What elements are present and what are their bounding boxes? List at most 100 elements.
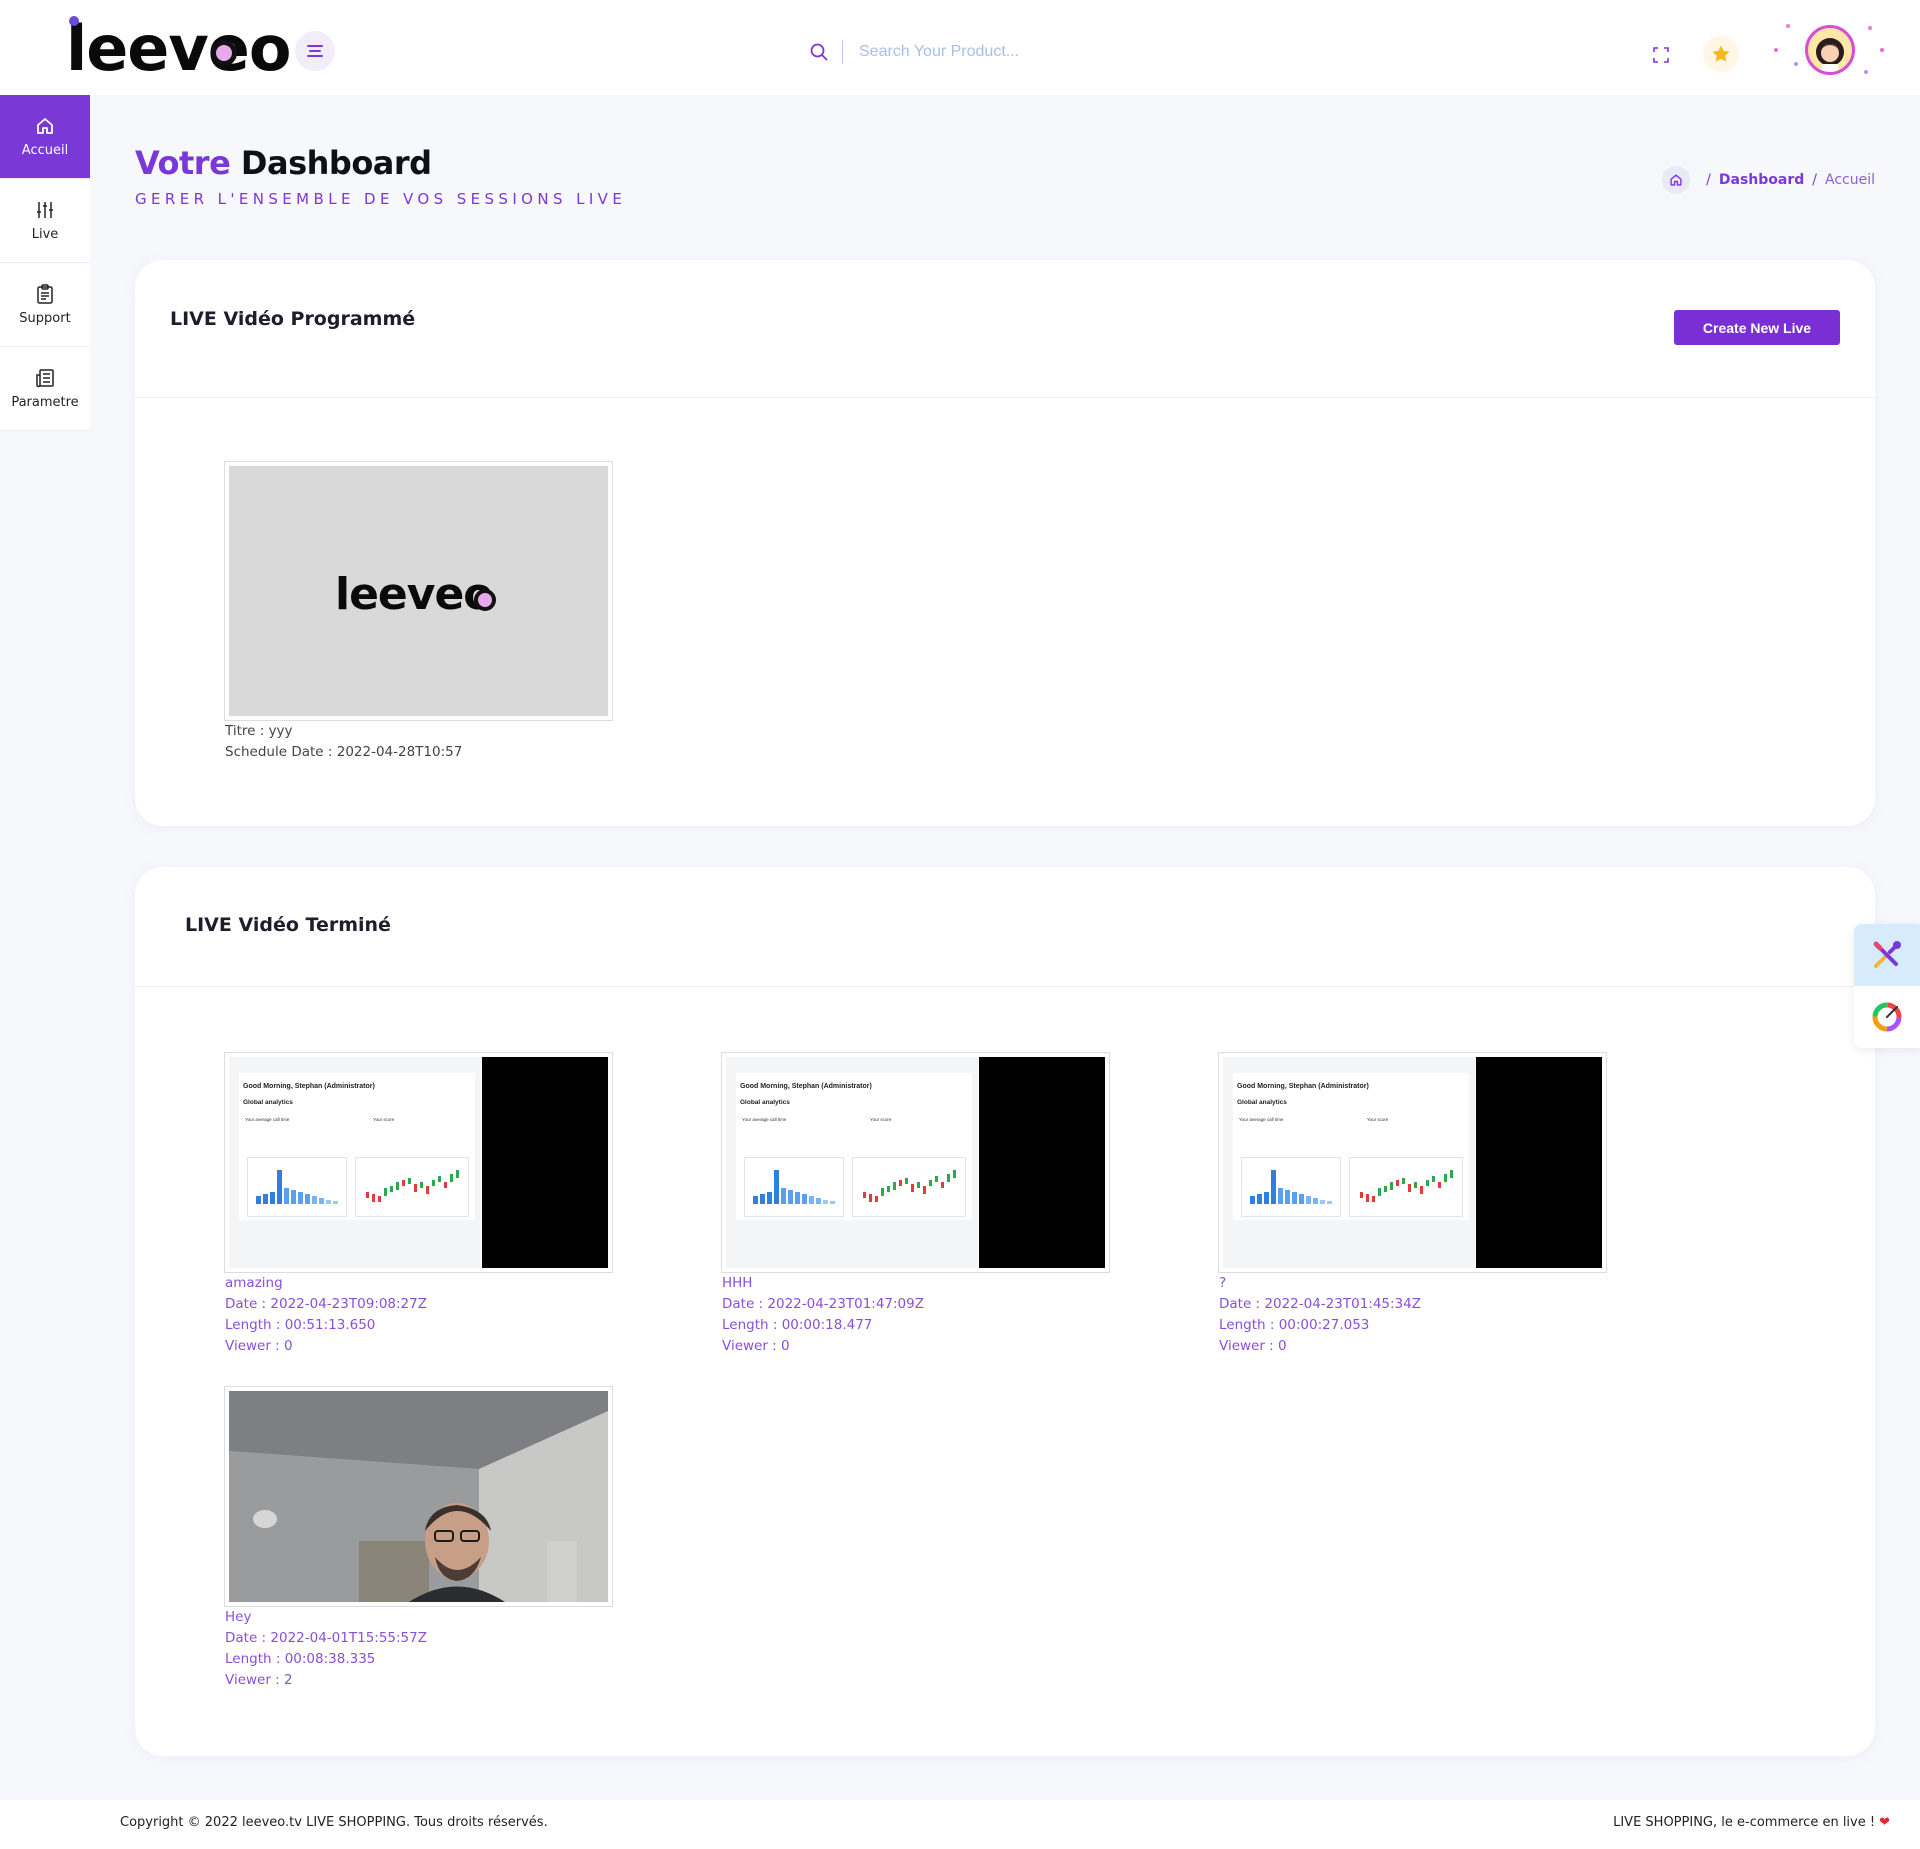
- breadcrumb-link-dashboard[interactable]: Dashboard: [1719, 172, 1804, 188]
- mini-candlestick-chart: [1349, 1157, 1463, 1217]
- logo-ring: [211, 40, 237, 66]
- live-title-link[interactable]: ?: [1219, 1273, 1421, 1294]
- live-length: Length : 00:00:27.053: [1219, 1317, 1370, 1333]
- sidebar-item-label: Accueil: [21, 143, 69, 158]
- breadcrumb-separator: /: [1812, 172, 1817, 188]
- newspaper-icon: [34, 367, 56, 389]
- dashboard-greeting: Good Morning, Stephan (Administrator): [1237, 1083, 1369, 1090]
- dashboard-preview: Good Morning, Stephan (Administrator) Gl…: [1223, 1057, 1475, 1268]
- confetti-dot: [1880, 48, 1884, 52]
- logo-text: leeveo: [66, 12, 291, 85]
- card-header: LIVE Vidéo Terminé: [135, 867, 1875, 987]
- home-icon: [34, 115, 56, 137]
- tools-icon: [1873, 941, 1901, 968]
- breadcrumb-separator: /: [1706, 172, 1711, 188]
- search-icon[interactable]: [810, 43, 828, 61]
- finished-live-meta: amazing Date : 2022-04-23T09:08:27Z Leng…: [225, 1273, 427, 1357]
- menu-toggle-button[interactable]: [295, 31, 335, 71]
- sidebar-item-label: Parametre: [11, 395, 79, 410]
- sidebar-item-support[interactable]: Support: [0, 263, 90, 347]
- avatar-girl-icon: [1816, 38, 1844, 72]
- dashboard-label-right: Your score: [373, 1117, 395, 1122]
- sidebar-item-label: Support: [19, 311, 71, 326]
- thumbnail-frame: leeveo: [229, 466, 608, 716]
- dashboard-screenshot: Good Morning, Stephan (Administrator) Gl…: [726, 1057, 1105, 1268]
- mini-bar-chart: [744, 1157, 844, 1217]
- sidebar-item-parametre[interactable]: Parametre: [0, 347, 90, 431]
- finished-live-card: LIVE Vidéo Terminé Good Morning, Stephan…: [135, 867, 1875, 1756]
- video-black-panel: [1476, 1057, 1602, 1268]
- live-viewer: Viewer : 0: [225, 1338, 293, 1354]
- dashboard-preview: Good Morning, Stephan (Administrator) Gl…: [726, 1057, 978, 1268]
- footer: Copyright © 2022 leeveo.tv LIVE SHOPPING…: [0, 1800, 1920, 1849]
- dashboard-greeting: Good Morning, Stephan (Administrator): [740, 1083, 872, 1090]
- finished-live-thumbnail[interactable]: Good Morning, Stephan (Administrator) Gl…: [1218, 1052, 1607, 1273]
- dashboard-preview: Good Morning, Stephan (Administrator) Gl…: [229, 1057, 481, 1268]
- page-title: Votre Dashboard: [135, 144, 432, 182]
- live-title-link[interactable]: Hey: [225, 1607, 427, 1628]
- color-theme-button[interactable]: [1854, 986, 1920, 1048]
- live-length: Length : 00:08:38.335: [225, 1651, 376, 1667]
- finished-live-thumbnail[interactable]: [224, 1386, 613, 1607]
- live-date: Date : 2022-04-01T15:55:57Z: [225, 1630, 427, 1646]
- heart-icon: ❤: [1879, 1815, 1890, 1830]
- scheduled-live-meta: Titre : yyy Schedule Date : 2022-04-28T1…: [225, 721, 462, 763]
- scheduled-live-card: LIVE Vidéo Programmé Create New Live lee…: [135, 260, 1875, 826]
- live-date: Date : 2022-04-23T01:45:34Z: [1219, 1296, 1421, 1312]
- page-subtitle: GERER L'ENSEMBLE DE VOS SESSIONS LIVE: [135, 190, 627, 208]
- customizer-button[interactable]: [1854, 924, 1920, 986]
- mini-candlestick-chart: [355, 1157, 469, 1217]
- webcam-frame: [229, 1391, 608, 1602]
- footer-copyright: Copyright © 2022 leeveo.tv LIVE SHOPPING…: [120, 1815, 548, 1830]
- sidebar-item-live[interactable]: Live: [0, 179, 90, 263]
- fullscreen-button[interactable]: [1646, 40, 1676, 70]
- live-length: Length : 00:00:18.477: [722, 1317, 873, 1333]
- confetti-dot: [1774, 48, 1778, 52]
- sidebar: Accueil Live Support Parametre: [0, 95, 90, 431]
- sliders-icon: [34, 199, 56, 221]
- scheduled-title-line: Titre : yyy: [225, 723, 293, 739]
- video-black-panel: [979, 1057, 1105, 1268]
- live-viewer: Viewer : 0: [722, 1338, 790, 1354]
- avatar: [1805, 25, 1855, 75]
- finished-live-meta: ? Date : 2022-04-23T01:45:34Z Length : 0…: [1219, 1273, 1421, 1357]
- dashboard-section: Global analytics: [1237, 1099, 1287, 1106]
- menu-lines-icon: [307, 45, 323, 57]
- footer-tagline-wrap: LIVE SHOPPING, le e-commerce en live ! ❤: [1613, 1815, 1890, 1830]
- live-length: Length : 00:51:13.650: [225, 1317, 376, 1333]
- favorites-button[interactable]: [1703, 36, 1739, 72]
- finished-live-thumbnail[interactable]: Good Morning, Stephan (Administrator) Gl…: [224, 1052, 613, 1273]
- footer-tagline: LIVE SHOPPING, le e-commerce en live !: [1613, 1815, 1876, 1830]
- clipboard-icon: [34, 283, 56, 305]
- dashboard-label-right: Your score: [870, 1117, 892, 1122]
- mini-candlestick-chart: [852, 1157, 966, 1217]
- live-date: Date : 2022-04-23T09:08:27Z: [225, 1296, 427, 1312]
- sidebar-item-accueil[interactable]: Accueil: [0, 95, 90, 179]
- thumbnail-logo-ring: [474, 589, 496, 611]
- dashboard-screenshot: Good Morning, Stephan (Administrator) Gl…: [229, 1057, 608, 1268]
- finished-live-thumbnail[interactable]: Good Morning, Stephan (Administrator) Gl…: [721, 1052, 1110, 1273]
- video-black-panel: [482, 1057, 608, 1268]
- confetti-dot: [1786, 24, 1790, 28]
- live-title-link[interactable]: amazing: [225, 1273, 427, 1294]
- breadcrumb-current: Accueil: [1825, 172, 1875, 188]
- card-title: LIVE Vidéo Terminé: [185, 914, 391, 936]
- logo-dot-purple: [69, 16, 79, 26]
- scheduled-live-thumbnail[interactable]: leeveo: [224, 461, 613, 721]
- user-menu[interactable]: [1768, 18, 1892, 82]
- star-icon: [1712, 45, 1730, 62]
- dashboard-screenshot: Good Morning, Stephan (Administrator) Gl…: [1223, 1057, 1602, 1268]
- dashboard-label-right: Your score: [1367, 1117, 1389, 1122]
- thumbnail-logo-text: leeveo: [335, 569, 494, 620]
- search-input[interactable]: [859, 43, 1159, 61]
- scheduled-date-line: Schedule Date : 2022-04-28T10:57: [225, 744, 463, 760]
- live-title-link[interactable]: HHH: [722, 1273, 924, 1294]
- dashboard-label-left: Your average call time: [742, 1117, 787, 1122]
- breadcrumb: / Dashboard / Accueil: [1662, 166, 1875, 194]
- create-new-live-button[interactable]: Create New Live: [1674, 310, 1840, 345]
- page-title-rest: Dashboard: [240, 144, 432, 182]
- fullscreen-icon: [1653, 47, 1669, 63]
- leeveo-logo[interactable]: leeveo: [66, 12, 291, 85]
- breadcrumb-home-button[interactable]: [1662, 166, 1691, 194]
- top-header: leeveo: [0, 0, 1920, 95]
